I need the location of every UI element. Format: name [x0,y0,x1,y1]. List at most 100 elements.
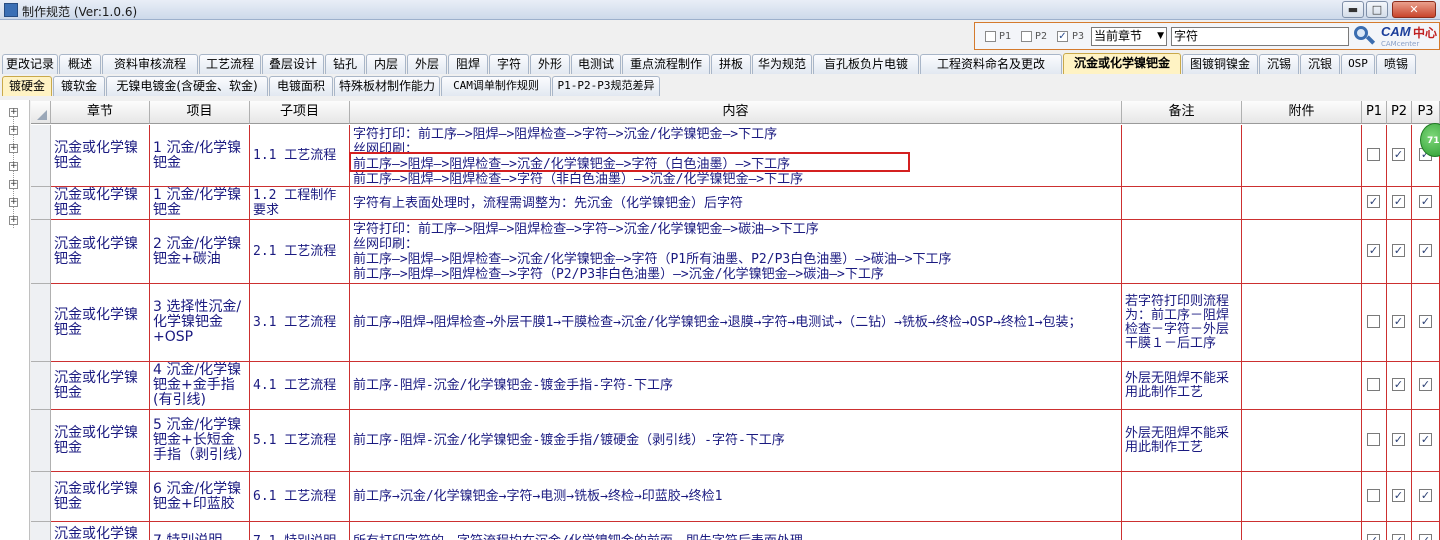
tab-primary-19[interactable]: 沉锡 [1259,54,1299,74]
tree-expand-icon[interactable]: + [9,198,18,207]
tab-primary-12[interactable]: 重点流程制作 [622,54,710,74]
table-row[interactable]: 沉金或化学镍钯金 7 特别说明7.1 特别说明所有打印字符的，字符流程均在沉金/化… [31,522,1440,540]
close-button[interactable]: ✕ [1392,1,1436,18]
maximize-button[interactable]: □ [1366,1,1388,18]
row-header[interactable] [31,472,51,522]
cell-note[interactable] [1122,125,1242,187]
column-header-subitem[interactable]: 子项目 [250,101,350,124]
tree-expand-icon[interactable]: + [9,180,18,189]
table-row[interactable]: 沉金或化学镍钯金 4 沉金/化学镍钯金+金手指(有引线) 4.1 工艺流程 前工序-阻… [31,362,1440,410]
cell-subitem[interactable]: 3.1 工艺流程 [250,284,350,362]
tab-primary-4[interactable]: 叠层设计 [262,54,324,74]
row-header[interactable] [31,522,51,540]
tree-expand-icon[interactable]: + [9,126,18,135]
cell-chapter[interactable]: 沉金或化学镍钯金 [51,522,150,540]
cell-content[interactable]: 前工序-阻焊-沉金/化学镍钯金-镀金手指-字符-下工序 [350,362,1122,410]
cell-content[interactable]: 字符打印：前工序—>阻焊—>阻焊检查—>字符—>沉金/化学镍钯金—>碳油—>下工… [350,220,1122,284]
cell-attachment[interactable] [1242,125,1362,187]
tab-primary-15[interactable]: 盲孔板负片电镀 [813,54,919,74]
tab-primary-1[interactable]: 概述 [59,54,101,74]
tab-primary-10[interactable]: 外形 [530,54,570,74]
cell-subitem[interactable]: 4.1 工艺流程 [250,362,350,410]
column-header-attachment[interactable]: 附件 [1242,101,1362,124]
column-header-p2[interactable]: P2 [1387,101,1412,124]
p2-checkbox[interactable]: ✓ [1392,195,1405,208]
row-header[interactable] [31,220,51,284]
column-header-chapter[interactable]: 章节 [51,101,150,124]
cell-content[interactable]: 前工序→阻焊→阻焊检查→外层干膜1→干膜检查→沉金/化学镍钯金→退膜→字符→电测… [350,284,1122,362]
p3-checkbox[interactable]: ✓ [1419,534,1432,540]
column-header-p1[interactable]: P1 [1362,101,1387,124]
p3-checkbox[interactable]: ✓ [1419,315,1432,328]
p1-checkbox[interactable]: ✓ [1367,534,1380,540]
tab-primary-2[interactable]: 资料审核流程 [102,54,198,74]
p1-checkbox[interactable] [1367,148,1380,161]
p1-checkbox[interactable]: ✓ [1367,195,1380,208]
tab-primary-18[interactable]: 图镀铜镍金 [1182,54,1258,74]
p2-checkbox[interactable]: ✓ [1392,315,1405,328]
cell-content[interactable]: 字符有上表面处理时，流程需调整为：先沉金（化学镍钯金）后字符 [350,187,1122,220]
cell-chapter[interactable]: 沉金或化学镍钯金 [51,472,150,522]
row-header[interactable] [31,410,51,472]
search-input[interactable]: 字符 [1171,27,1349,46]
tab-primary-11[interactable]: 电测试 [571,54,621,74]
tab-primary-14[interactable]: 华为规范 [752,54,812,74]
cell-note[interactable] [1122,187,1242,220]
cell-subitem[interactable]: 2.1 工艺流程 [250,220,350,284]
cell-note[interactable]: 若字符打印则流程为：前工序－阻焊检查－字符－外层干膜１－后工序 [1122,284,1242,362]
cell-chapter[interactable]: 沉金或化学镍钯金 [51,362,150,410]
table-row[interactable]: 沉金或化学镍钯金 3 选择性沉金/化学镍钯金+OSP 3.1 工艺流程 前工序→阻焊→… [31,284,1440,362]
table-row[interactable]: 沉金或化学镍钯金 2 沉金/化学镍钯金+碳油 2.1 工艺流程 字符打印：前工序—>阻… [31,220,1440,284]
cell-attachment[interactable] [1242,187,1362,220]
p2-checkbox[interactable]: ✓ [1392,489,1405,502]
search-button[interactable] [1351,24,1377,48]
scope-select[interactable]: 当前章节 ▼ [1091,27,1167,46]
column-header-content[interactable]: 内容 [350,101,1122,124]
p1-checkbox[interactable]: ✓ [1367,244,1380,257]
table-row[interactable]: 沉金或化学镍钯金 5 沉金/化学镍钯金+长短金手指（剥引线） 5.1 工艺流程 前工序… [31,410,1440,472]
row-header[interactable] [31,125,51,187]
column-header-note[interactable]: 备注 [1122,101,1242,124]
cell-subitem[interactable]: 7.1 特别说明 [250,522,350,540]
cell-attachment[interactable] [1242,362,1362,410]
cell-attachment[interactable] [1242,284,1362,362]
grid-corner[interactable] [31,101,51,124]
p3-checkbox[interactable]: ✓ [1419,489,1432,502]
p3-checkbox[interactable]: ✓ [1419,244,1432,257]
table-row[interactable]: 沉金或化学镍钯金 6 沉金/化学镍钯金+印蓝胶 6.1 工艺流程 前工序→沉金/化学镍… [31,472,1440,522]
tree-expand-icon[interactable]: + [9,144,18,153]
minimize-button[interactable]: ▬ [1342,1,1364,18]
cell-content[interactable]: 所有打印字符的，字符流程均在沉金/化学镍钯金的前面，即先字符后表面处理 [350,522,1122,540]
tab-primary-6[interactable]: 内层 [366,54,406,74]
p2-filter-checkbox[interactable] [1021,31,1032,42]
p2-checkbox[interactable]: ✓ [1392,148,1405,161]
tab-secondary-4[interactable]: 特殊板材制作能力 [334,76,440,96]
tab-primary-20[interactable]: 沉银 [1300,54,1340,74]
cell-attachment[interactable] [1242,220,1362,284]
tree-expand-icon[interactable]: + [9,162,18,171]
tab-primary-9[interactable]: 字符 [489,54,529,74]
cell-note[interactable]: 外层无阻焊不能采用此制作工艺 [1122,410,1242,472]
tab-secondary-2[interactable]: 无镍电镀金(含硬金、软金) [106,76,268,96]
p3-checkbox[interactable]: ✓ [1419,195,1432,208]
cell-attachment[interactable] [1242,472,1362,522]
table-row[interactable]: 沉金或化学镍钯金 1 沉金/化学镍钯金 1.2 工程制作要求 字符有上表面处理时，流程… [31,187,1440,220]
cell-chapter[interactable]: 沉金或化学镍钯金 [51,410,150,472]
tab-primary-8[interactable]: 阻焊 [448,54,488,74]
p2-checkbox[interactable]: ✓ [1392,244,1405,257]
row-header[interactable] [31,284,51,362]
cell-item[interactable]: 5 沉金/化学镍钯金+长短金手指（剥引线） [150,410,250,472]
column-header-p3[interactable]: P3 [1412,101,1440,124]
cell-attachment[interactable] [1242,410,1362,472]
cell-content[interactable]: 前工序→沉金/化学镍钯金→字符→电测→铣板→终检→印蓝胶→终检1 [350,472,1122,522]
cell-chapter[interactable]: 沉金或化学镍钯金 [51,187,150,220]
cell-note[interactable]: 外层无阻焊不能采用此制作工艺 [1122,362,1242,410]
p3-checkbox[interactable]: ✓ [1419,433,1432,446]
tree-expand-icon[interactable]: + [9,108,18,117]
tab-primary-5[interactable]: 钻孔 [325,54,365,74]
row-header[interactable] [31,187,51,220]
tab-secondary-1[interactable]: 镀软金 [53,76,105,96]
cell-note[interactable] [1122,522,1242,540]
p3-filter-checkbox[interactable]: ✓ [1057,31,1068,42]
cell-subitem[interactable]: 6.1 工艺流程 [250,472,350,522]
